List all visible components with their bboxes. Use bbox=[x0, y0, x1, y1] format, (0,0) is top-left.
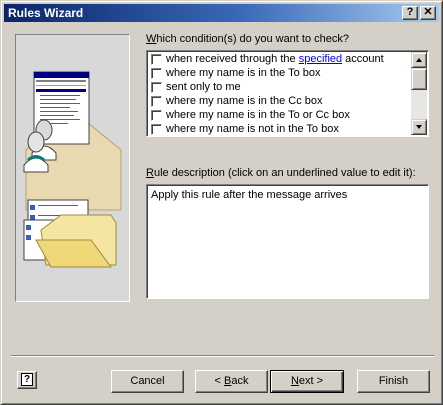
condition-item[interactable]: when received through the specified acco… bbox=[149, 53, 411, 67]
title-help-button[interactable]: ? bbox=[402, 6, 418, 20]
condition-checkbox[interactable] bbox=[151, 110, 162, 121]
title-close-button[interactable]: ✕ bbox=[420, 6, 436, 20]
separator bbox=[11, 355, 434, 357]
condition-checkbox[interactable] bbox=[151, 82, 162, 93]
condition-checkbox[interactable] bbox=[151, 54, 162, 65]
rule-description-text: Apply this rule after the message arrive… bbox=[151, 189, 348, 201]
title-bar: Rules Wizard ? ✕ bbox=[4, 4, 439, 22]
condition-item[interactable]: where my name is in the To or Cc box bbox=[149, 109, 411, 123]
next-button[interactable]: Next > bbox=[270, 370, 344, 393]
scroll-up-button[interactable] bbox=[411, 52, 427, 68]
condition-item[interactable]: where my name is in the Cc box bbox=[149, 95, 411, 109]
wizard-illustration bbox=[15, 34, 130, 302]
arrow-up-icon bbox=[416, 58, 422, 62]
specified-link[interactable]: specified bbox=[299, 53, 342, 65]
finish-button[interactable]: Finish bbox=[357, 370, 430, 393]
condition-item[interactable]: where my name is not in the To box bbox=[149, 123, 411, 136]
cancel-button[interactable]: Cancel bbox=[111, 370, 184, 393]
conditions-label: Which condition(s) do you want to check? bbox=[146, 33, 349, 45]
condition-checkbox[interactable] bbox=[151, 68, 162, 79]
scroll-down-button[interactable] bbox=[411, 119, 427, 135]
condition-checkbox[interactable] bbox=[151, 96, 162, 107]
help-button[interactable]: ? bbox=[17, 371, 37, 389]
scroll-thumb[interactable] bbox=[411, 68, 427, 90]
window-title: Rules Wizard bbox=[8, 6, 84, 20]
rules-illustration-icon bbox=[16, 35, 129, 301]
condition-checkbox[interactable] bbox=[151, 124, 162, 135]
condition-item[interactable]: sent only to me bbox=[149, 81, 411, 95]
description-label: Rule description (click on an underlined… bbox=[146, 167, 416, 179]
rules-wizard-window: Rules Wizard ? ✕ Which condition(s) do y… bbox=[0, 0, 443, 405]
arrow-down-icon bbox=[416, 125, 422, 129]
conditions-scrollbar[interactable] bbox=[411, 52, 427, 135]
back-button[interactable]: < Back bbox=[195, 370, 268, 393]
help-icon: ? bbox=[21, 373, 33, 386]
condition-item[interactable]: where my name is in the To box bbox=[149, 67, 411, 81]
rule-description-box[interactable]: Apply this rule after the message arrive… bbox=[146, 184, 429, 299]
conditions-list[interactable]: when received through the specified acco… bbox=[146, 50, 429, 137]
